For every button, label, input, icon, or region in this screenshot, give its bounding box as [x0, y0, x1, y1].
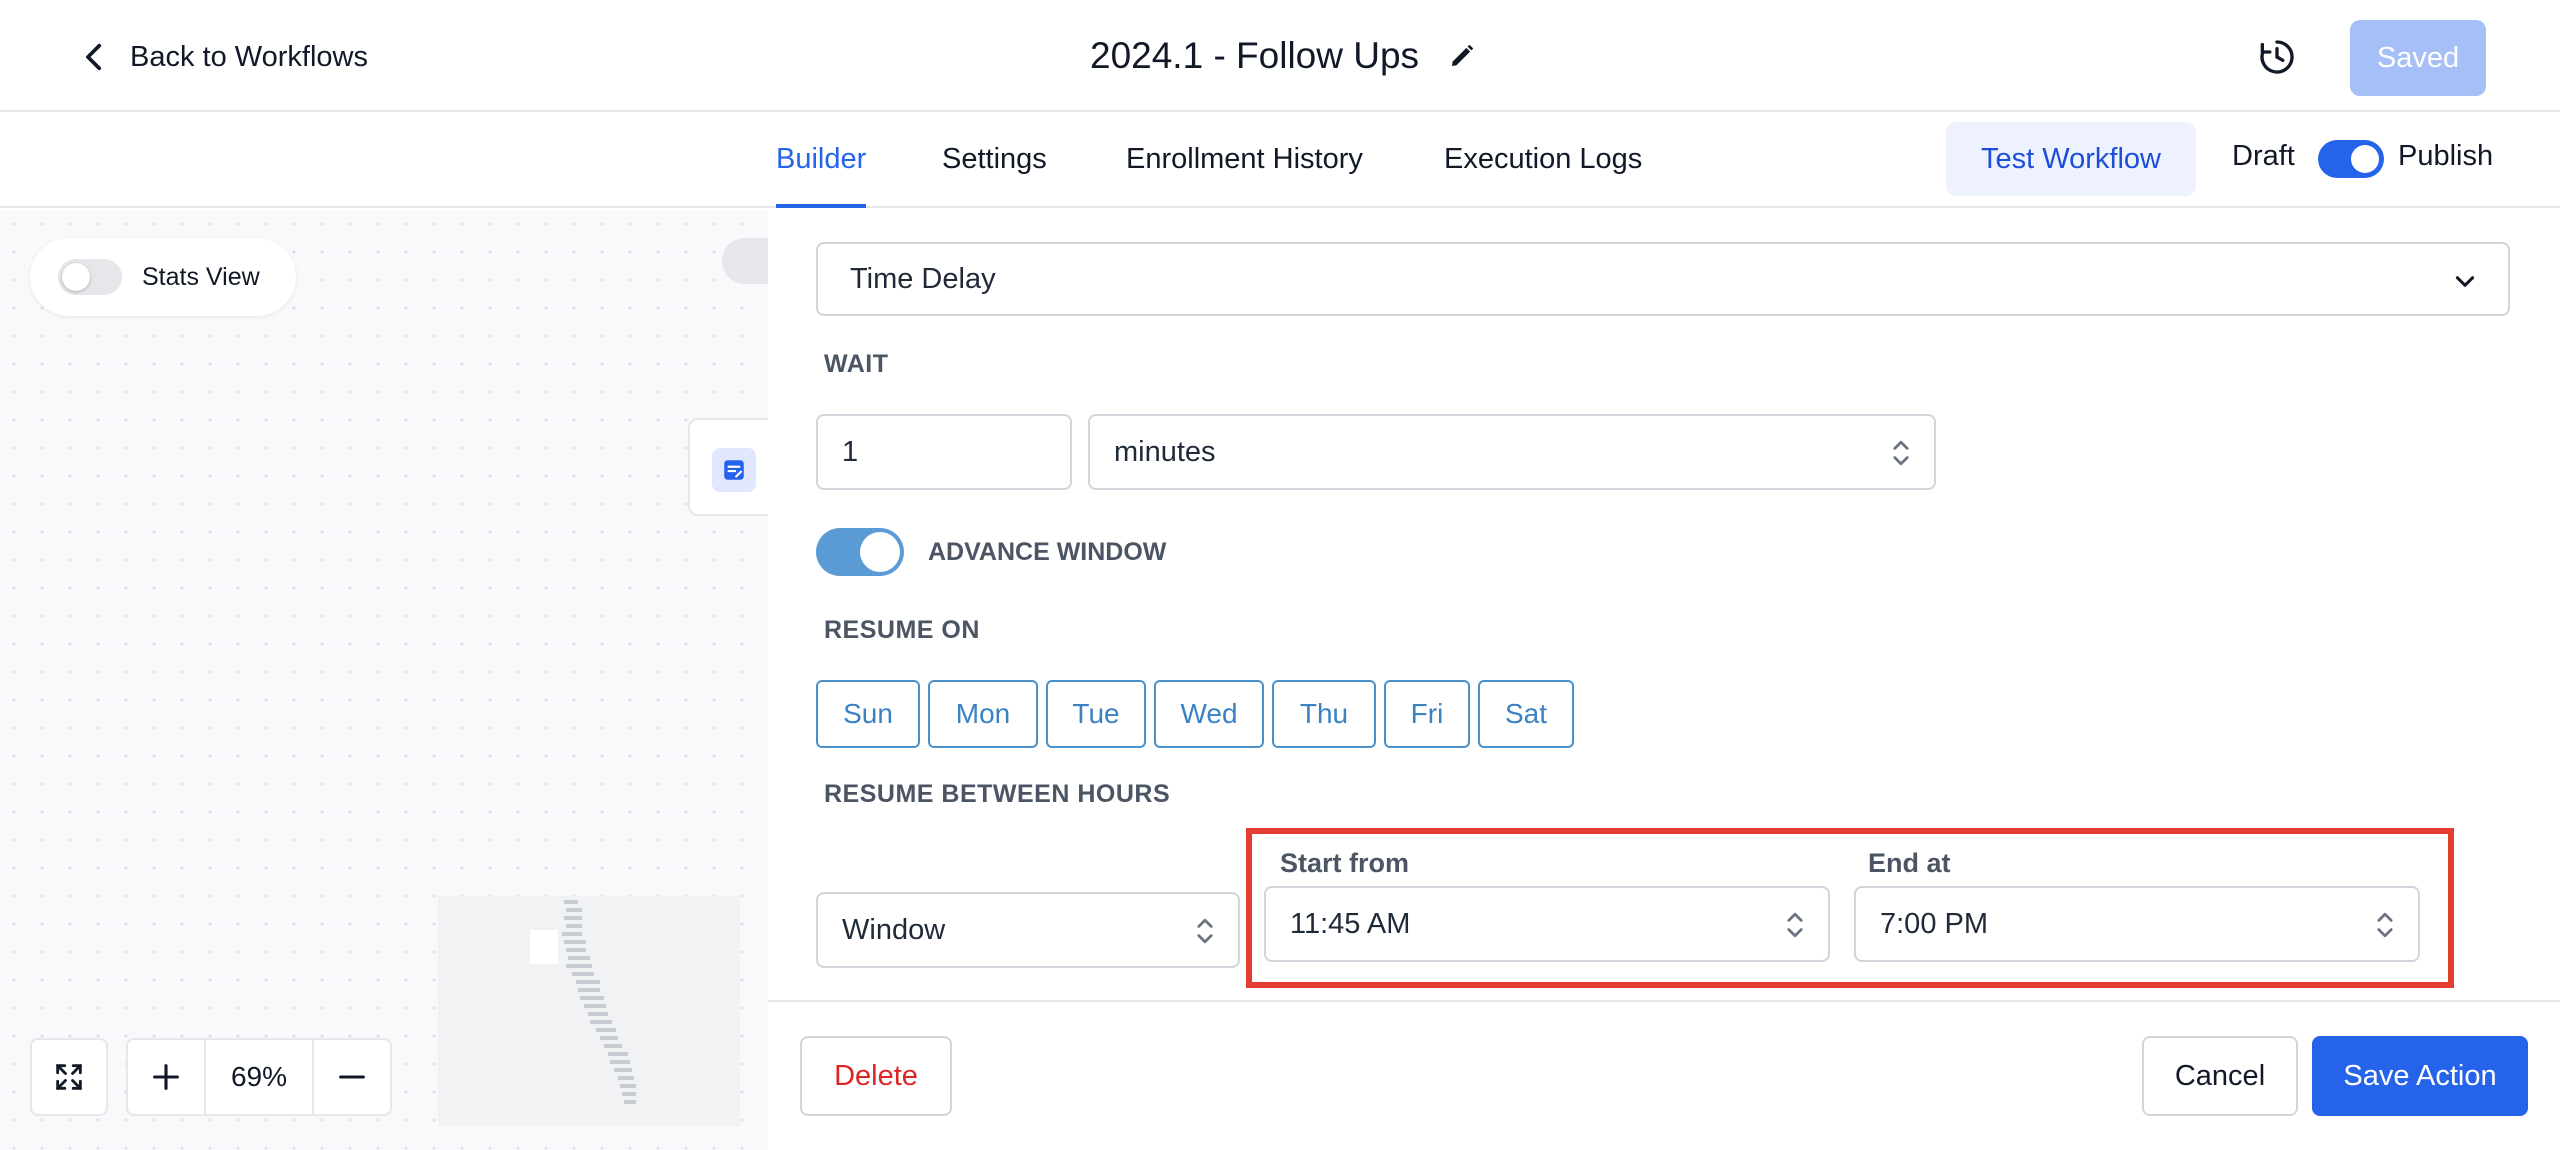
zoom-in-button[interactable]: [128, 1040, 204, 1114]
stats-view-toggle[interactable]: [58, 259, 122, 295]
window-mode-value: Window: [842, 913, 946, 946]
wait-unit-select[interactable]: minutes: [1088, 414, 1936, 490]
pencil-icon[interactable]: [1447, 41, 1477, 71]
publish-label: Publish: [2398, 140, 2494, 172]
canvas-node-pill[interactable]: [722, 238, 768, 284]
tab-settings[interactable]: Settings: [942, 112, 1047, 206]
window-mode-select[interactable]: Window: [816, 892, 1240, 968]
wait-amount-input[interactable]: 1: [816, 414, 1072, 490]
workflow-canvas[interactable]: Stats View 69%: [0, 210, 768, 1150]
tab-execution-logs[interactable]: Execution Logs: [1444, 112, 1642, 206]
day-sun-button[interactable]: Sun: [816, 680, 920, 748]
note-icon: [712, 448, 756, 492]
history-clock-icon: [2260, 40, 2294, 74]
back-label: Back to Workflows: [130, 40, 368, 73]
end-time-value: 7:00 PM: [1880, 907, 1988, 940]
day-fri-button[interactable]: Fri: [1384, 680, 1470, 748]
action-config-panel: Time Delay WAIT 1 minutes ADVANCE WINDOW…: [768, 210, 2560, 1150]
fit-view-button[interactable]: [30, 1038, 108, 1116]
zoom-controls: 69%: [30, 1038, 392, 1116]
end-time-select[interactable]: 7:00 PM: [1854, 886, 2420, 962]
start-time-value: 11:45 AM: [1290, 907, 1411, 940]
workflow-title: 2024.1 - Follow Ups: [1090, 35, 1420, 76]
minimap-viewport: [530, 930, 558, 964]
end-at-label: End at: [1868, 848, 1951, 878]
toggle-knob: [62, 263, 90, 291]
advance-window-toggle[interactable]: [816, 528, 904, 576]
resume-on-label: RESUME ON: [824, 616, 980, 644]
action-type-value: Time Delay: [850, 262, 996, 295]
advance-window-label: ADVANCE WINDOW: [928, 538, 1167, 566]
resume-days-group: Sun Mon Tue Wed Thu Fri Sat: [816, 680, 1574, 748]
publish-toggle[interactable]: [2318, 140, 2384, 178]
toggle-knob: [2351, 145, 2379, 173]
delete-button[interactable]: Delete: [800, 1036, 952, 1116]
tabs-bar: Builder Settings Enrollment History Exec…: [0, 112, 2560, 208]
minimap-nodes: [562, 900, 636, 1104]
workflow-title-area: 2024.1 - Follow Ups: [1090, 30, 1477, 82]
tab-enrollment-history[interactable]: Enrollment History: [1126, 112, 1363, 206]
plus-icon: [153, 1064, 179, 1090]
back-to-workflows-link[interactable]: Back to Workflows: [78, 34, 368, 80]
day-wed-button[interactable]: Wed: [1154, 680, 1264, 748]
minus-icon: [339, 1075, 365, 1079]
start-from-label: Start from: [1280, 848, 1410, 878]
zoom-level: 69%: [204, 1040, 314, 1114]
version-history-button[interactable]: [2254, 34, 2300, 80]
day-sat-button[interactable]: Sat: [1478, 680, 1574, 748]
draft-label: Draft: [2232, 140, 2295, 172]
resume-between-hours-label: RESUME BETWEEN HOURS: [824, 780, 1171, 808]
start-time-select[interactable]: 11:45 AM: [1264, 886, 1830, 962]
wait-label: WAIT: [824, 350, 889, 378]
updown-chevron-icon: [1787, 912, 1803, 938]
day-mon-button[interactable]: Mon: [928, 680, 1038, 748]
action-type-select[interactable]: Time Delay: [816, 242, 2510, 316]
day-thu-button[interactable]: Thu: [1272, 680, 1376, 748]
day-tue-button[interactable]: Tue: [1046, 680, 1146, 748]
tab-builder[interactable]: Builder: [776, 112, 867, 208]
saved-button[interactable]: Saved: [2350, 20, 2486, 96]
workflow-node-card[interactable]: [688, 418, 768, 516]
save-action-button[interactable]: Save Action: [2312, 1036, 2528, 1116]
chevron-down-icon: [2455, 276, 2475, 287]
updown-chevron-icon: [2377, 912, 2393, 938]
stats-view-control: Stats View: [30, 238, 296, 316]
updown-chevron-icon: [1197, 918, 1213, 944]
stats-view-label: Stats View: [142, 262, 260, 291]
expand-icon: [32, 1040, 106, 1114]
updown-chevron-icon: [1893, 440, 1909, 466]
chevron-left-icon: [86, 43, 102, 71]
test-workflow-button[interactable]: Test Workflow: [1946, 122, 2196, 196]
zoom-out-button[interactable]: [314, 1040, 390, 1114]
canvas-minimap[interactable]: [438, 896, 740, 1126]
wait-unit-value: minutes: [1114, 435, 1216, 468]
toggle-knob: [860, 532, 900, 572]
cancel-button[interactable]: Cancel: [2142, 1036, 2298, 1116]
top-header: Back to Workflows 2024.1 - Follow Ups Sa…: [0, 0, 2560, 112]
zoom-group: 69%: [126, 1038, 392, 1116]
panel-footer: Delete Cancel Save Action: [768, 1000, 2560, 1150]
